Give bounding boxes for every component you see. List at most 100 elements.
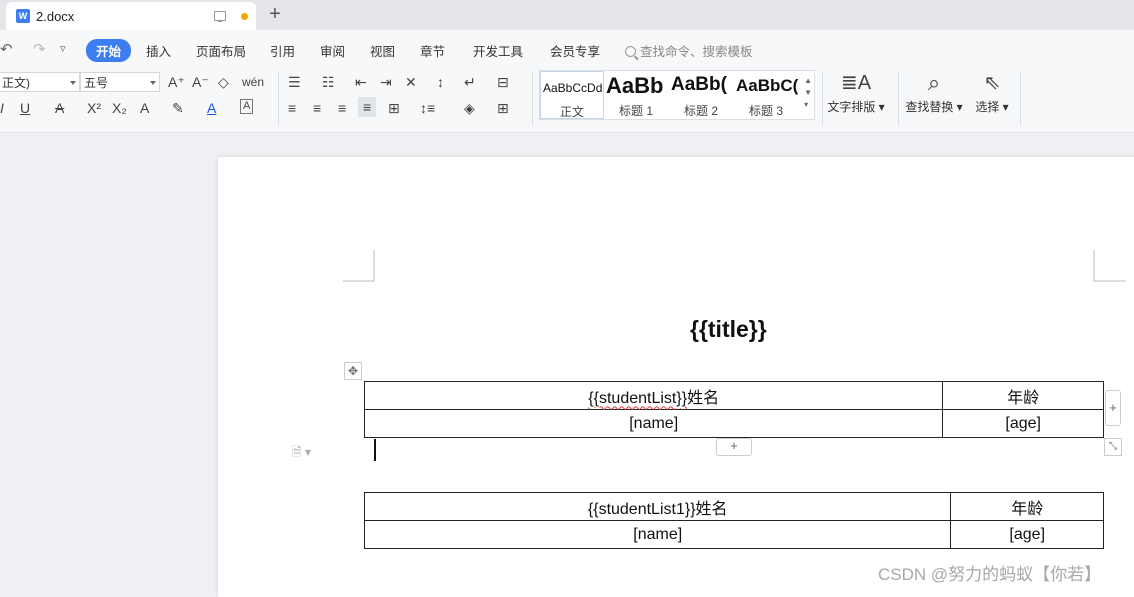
menu-review[interactable]: 审阅 xyxy=(320,41,345,60)
chevron-down-icon xyxy=(150,81,156,85)
underline-icon[interactable]: U xyxy=(20,99,30,117)
style-heading-2[interactable]: AaBb( 标题 2 xyxy=(669,71,733,119)
style-sample: AaBbC( xyxy=(736,76,798,95)
styles-gallery: AaBbCcDd 正文 AaBb 标题 1 AaBb( 标题 2 AaBbC( … xyxy=(539,70,815,120)
template-placeholder: {{studentList1}} xyxy=(587,500,696,518)
menu-member[interactable]: 会员专享 xyxy=(550,41,600,60)
numbered-list-icon[interactable]: ☷ xyxy=(322,73,335,91)
add-row-button[interactable]: + xyxy=(716,438,752,456)
style-name: 标题 2 xyxy=(683,104,718,118)
cursor-arrow-icon: ⇖ xyxy=(983,72,1001,94)
name-field: [name] xyxy=(633,525,683,543)
command-search-placeholder: 查找命令、搜索模板 xyxy=(640,45,753,59)
font-name-value: 正文) xyxy=(2,76,30,90)
find-replace-button[interactable]: ⌕ 查找替换 ▾ xyxy=(904,72,964,115)
header-name-label: 姓名 xyxy=(687,389,720,407)
divider xyxy=(898,72,899,126)
menu-references[interactable]: 引用 xyxy=(270,41,295,60)
italic-icon[interactable]: I xyxy=(0,99,4,117)
select-button[interactable]: ⇖ 选择 ▾ xyxy=(962,72,1022,115)
text-effect-icon[interactable]: A xyxy=(140,99,149,117)
new-tab-plus-icon[interactable]: + xyxy=(266,4,284,24)
menu-home[interactable]: 开始 xyxy=(86,39,132,62)
shading-icon[interactable]: ◈ xyxy=(464,99,475,117)
menu-page-layout[interactable]: 页面布局 xyxy=(196,41,246,60)
style-heading-3[interactable]: AaBbC( 标题 3 xyxy=(734,71,798,119)
table-cell[interactable]: [name] xyxy=(363,409,944,438)
text-layout-icon: ≣A xyxy=(840,72,872,94)
strikethrough-icon[interactable]: A xyxy=(55,99,64,117)
char-border-icon[interactable]: A xyxy=(240,99,254,114)
undo-icon[interactable]: ↶ xyxy=(0,40,13,58)
divider xyxy=(1020,72,1021,126)
phonetic-guide-icon[interactable]: wén xyxy=(242,73,264,91)
style-sample: AaBbCcDd xyxy=(543,81,603,95)
margin-corner-top-left xyxy=(343,250,375,282)
align-right-icon[interactable]: ≡ xyxy=(338,99,346,117)
table-row: {{studentList1}}姓名 年龄 xyxy=(363,492,1104,521)
table-cell[interactable]: {{studentList}}姓名 xyxy=(363,381,944,410)
quick-access-dropdown-icon[interactable]: ▿ xyxy=(60,42,66,55)
styles-scroll-arrows-icon[interactable]: ▲ ▼ ▾ xyxy=(804,75,812,111)
style-sample: AaBb( xyxy=(671,74,727,95)
subscript-icon[interactable]: X₂ xyxy=(112,99,127,117)
menu-insert[interactable]: 插入 xyxy=(146,41,171,60)
command-search[interactable]: 查找命令、搜索模板 xyxy=(625,41,753,60)
redo-icon[interactable]: ↷ xyxy=(33,40,46,58)
age-field: [age] xyxy=(1009,525,1046,543)
menu-section[interactable]: 章节 xyxy=(420,41,445,60)
align-center-icon[interactable]: ≡ xyxy=(313,99,321,117)
highlight-icon[interactable]: ✎ xyxy=(172,99,184,117)
table-cell[interactable]: [age] xyxy=(950,520,1104,549)
shrink-font-icon[interactable]: A⁻ xyxy=(192,73,209,91)
ruler-icon[interactable]: ⊟ xyxy=(497,73,509,91)
table-resize-handle-icon[interactable]: ⤡ xyxy=(1104,438,1122,456)
distributed-align-icon[interactable]: ⊞ xyxy=(388,99,400,117)
font-name-select[interactable]: 正文) xyxy=(0,72,80,92)
borders-icon[interactable]: ⊞ xyxy=(497,99,509,117)
superscript-icon[interactable]: X² xyxy=(87,99,101,117)
tab-bar: W 2.docx + xyxy=(0,0,1134,30)
table-cell[interactable]: [name] xyxy=(363,520,952,549)
header-age-label: 年龄 xyxy=(1007,389,1040,407)
table-cell[interactable]: [age] xyxy=(942,409,1104,438)
justify-icon[interactable]: ≡ xyxy=(358,97,377,117)
menu-view[interactable]: 视图 xyxy=(370,41,395,60)
text-direction-icon[interactable]: ↕ xyxy=(437,73,444,91)
style-name: 标题 1 xyxy=(618,104,653,118)
monitor-icon[interactable] xyxy=(214,11,226,22)
align-left-icon[interactable]: ≡ xyxy=(288,99,296,117)
style-normal[interactable]: AaBbCcDd 正文 xyxy=(540,71,604,119)
paragraph-menu-icon[interactable]: 🗎 ▾ xyxy=(292,443,311,464)
clear-format-icon[interactable]: ◇ xyxy=(218,73,229,91)
font-size-value: 五号 xyxy=(84,76,109,90)
table-cell[interactable]: {{studentList1}}姓名 xyxy=(363,492,952,521)
template-placeholder: {{studentList}} xyxy=(588,389,688,407)
ribbon-toolbar: 正文) 五号 A⁺ A⁻ ◇ wén I U A X² X₂ A ✎ A A ☰… xyxy=(0,66,1134,133)
menu-developer[interactable]: 开发工具 xyxy=(473,41,523,60)
table-cell[interactable]: 年龄 xyxy=(950,492,1104,521)
student-table-1[interactable]: {{studentList}}姓名 年龄 [name] [age] xyxy=(363,381,1104,438)
style-name: 正文 xyxy=(559,105,584,119)
table-move-handle-icon[interactable]: ✥ xyxy=(344,362,362,380)
grow-font-icon[interactable]: A⁺ xyxy=(168,73,185,91)
style-heading-1[interactable]: AaBb 标题 1 xyxy=(604,71,668,119)
increase-indent-icon[interactable]: ⇥ xyxy=(380,73,392,91)
table-cell[interactable]: 年龄 xyxy=(942,381,1104,410)
student-table-2[interactable]: {{studentList1}}姓名 年龄 [name] [age] xyxy=(363,492,1104,549)
text-layout-button[interactable]: ≣A 文字排版 ▾ xyxy=(826,72,886,115)
font-color-icon[interactable]: A xyxy=(207,99,216,117)
table-row: [name] [age] xyxy=(363,520,1104,549)
chinese-layout-icon[interactable]: ✕ xyxy=(405,73,417,91)
line-spacing-icon[interactable]: ↕≡ xyxy=(420,99,435,117)
show-marks-icon[interactable]: ↵ xyxy=(464,73,476,91)
header-age-label: 年龄 xyxy=(1011,500,1044,518)
ribbon-menu: ↶ ↷ ▿ 开始 插入 页面布局 引用 审阅 视图 章节 开发工具 会员专享 查… xyxy=(0,30,1134,66)
font-size-select[interactable]: 五号 xyxy=(80,72,160,92)
bullet-list-icon[interactable]: ☰ xyxy=(288,73,301,91)
text-layout-label: 文字排版 ▾ xyxy=(827,100,885,114)
document-tab[interactable]: W 2.docx xyxy=(6,2,256,30)
add-column-button[interactable]: + xyxy=(1105,390,1121,426)
document-title[interactable]: {{title}} xyxy=(690,316,767,343)
decrease-indent-icon[interactable]: ⇤ xyxy=(355,73,367,91)
